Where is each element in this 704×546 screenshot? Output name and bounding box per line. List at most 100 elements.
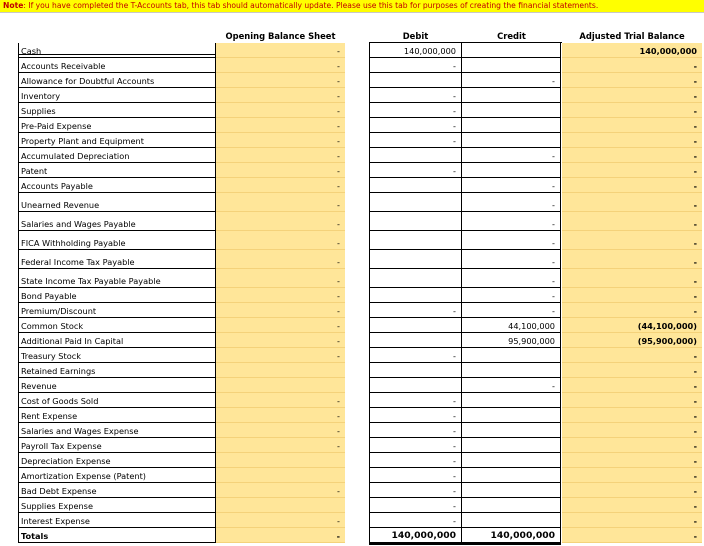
cell-opening[interactable]: - bbox=[216, 269, 345, 288]
cell-debit[interactable]: - bbox=[369, 163, 462, 178]
cell-credit[interactable] bbox=[462, 408, 561, 423]
cell-credit[interactable] bbox=[462, 363, 561, 378]
cell-label[interactable]: Depreciation Expense bbox=[18, 453, 216, 468]
cell-label[interactable]: Cash bbox=[18, 43, 216, 58]
cell-opening[interactable]: - bbox=[216, 88, 345, 103]
cell-opening[interactable]: - bbox=[216, 43, 345, 58]
cell-label[interactable]: Bond Payable bbox=[18, 288, 216, 303]
cell-debit[interactable]: - bbox=[369, 88, 462, 103]
cell-credit[interactable] bbox=[462, 58, 561, 73]
cell-label[interactable]: Amortization Expense (Patent) bbox=[18, 468, 216, 483]
cell-debit[interactable]: - bbox=[369, 58, 462, 73]
cell-credit[interactable]: - bbox=[462, 148, 561, 163]
cell-label[interactable]: State Income Tax Payable Payable bbox=[18, 269, 216, 288]
cell-label[interactable]: Patent bbox=[18, 163, 216, 178]
cell-credit[interactable] bbox=[462, 513, 561, 528]
cell-adjusted[interactable]: - bbox=[562, 148, 702, 163]
cell-opening[interactable]: - bbox=[216, 212, 345, 231]
cell-adjusted[interactable]: - bbox=[562, 393, 702, 408]
cell-label[interactable]: Treasury Stock bbox=[18, 348, 216, 363]
cell-label[interactable]: Payroll Tax Expense bbox=[18, 438, 216, 453]
cell-debit[interactable] bbox=[369, 73, 462, 88]
cell-debit[interactable]: 140,000,000 bbox=[369, 528, 462, 543]
cell-debit[interactable] bbox=[369, 178, 462, 193]
cell-adjusted[interactable]: - bbox=[562, 58, 702, 73]
cell-opening[interactable] bbox=[216, 498, 345, 513]
cell-debit[interactable] bbox=[369, 318, 462, 333]
cell-credit[interactable] bbox=[462, 423, 561, 438]
cell-adjusted[interactable]: - bbox=[562, 528, 702, 543]
cell-opening[interactable] bbox=[216, 363, 345, 378]
cell-label[interactable]: Common Stock bbox=[18, 318, 216, 333]
cell-debit[interactable]: - bbox=[369, 118, 462, 133]
cell-adjusted[interactable]: - bbox=[562, 103, 702, 118]
cell-label[interactable]: Accumulated Depreciation bbox=[18, 148, 216, 163]
cell-opening[interactable]: - bbox=[216, 408, 345, 423]
cell-credit[interactable] bbox=[462, 163, 561, 178]
cell-credit[interactable]: - bbox=[462, 378, 561, 393]
cell-adjusted[interactable]: - bbox=[562, 193, 702, 212]
header-credit[interactable]: Credit bbox=[462, 30, 561, 42]
cell-credit[interactable] bbox=[462, 453, 561, 468]
cell-adjusted[interactable]: - bbox=[562, 288, 702, 303]
cell-credit[interactable]: - bbox=[462, 288, 561, 303]
cell-debit[interactable]: - bbox=[369, 423, 462, 438]
cell-label[interactable]: Allowance for Doubtful Accounts bbox=[18, 73, 216, 88]
cell-label[interactable]: Accounts Receivable bbox=[18, 58, 216, 73]
header-debit[interactable]: Debit bbox=[369, 30, 462, 42]
cell-credit[interactable]: 140,000,000 bbox=[462, 528, 561, 543]
cell-label[interactable]: Interest Expense bbox=[18, 513, 216, 528]
cell-adjusted[interactable]: - bbox=[562, 423, 702, 438]
cell-adjusted[interactable]: - bbox=[562, 178, 702, 193]
cell-adjusted[interactable]: - bbox=[562, 212, 702, 231]
cell-adjusted[interactable]: 140,000,000 bbox=[562, 43, 702, 58]
cell-adjusted[interactable]: - bbox=[562, 498, 702, 513]
cell-credit[interactable] bbox=[462, 468, 561, 483]
cell-credit[interactable]: - bbox=[462, 73, 561, 88]
cell-opening[interactable]: - bbox=[216, 333, 345, 348]
cell-debit[interactable]: - bbox=[369, 483, 462, 498]
cell-credit[interactable] bbox=[462, 348, 561, 363]
cell-opening[interactable] bbox=[216, 468, 345, 483]
cell-adjusted[interactable]: - bbox=[562, 348, 702, 363]
cell-credit[interactable]: - bbox=[462, 269, 561, 288]
cell-credit[interactable]: - bbox=[462, 193, 561, 212]
cell-credit[interactable]: - bbox=[462, 231, 561, 250]
cell-adjusted[interactable]: - bbox=[562, 408, 702, 423]
cell-adjusted[interactable]: - bbox=[562, 438, 702, 453]
cell-opening[interactable]: - bbox=[216, 303, 345, 318]
cell-credit[interactable] bbox=[462, 133, 561, 148]
cell-adjusted[interactable]: - bbox=[562, 363, 702, 378]
cell-label[interactable]: Property Plant and Equipment bbox=[18, 133, 216, 148]
cell-label[interactable]: Premium/Discount bbox=[18, 303, 216, 318]
cell-adjusted[interactable]: - bbox=[562, 133, 702, 148]
cell-credit[interactable] bbox=[462, 118, 561, 133]
cell-debit[interactable] bbox=[369, 363, 462, 378]
cell-debit[interactable]: - bbox=[369, 393, 462, 408]
cell-credit[interactable] bbox=[462, 88, 561, 103]
cell-opening[interactable] bbox=[216, 378, 345, 393]
cell-label[interactable]: Inventory bbox=[18, 88, 216, 103]
cell-debit[interactable]: - bbox=[369, 133, 462, 148]
cell-credit[interactable]: 44,100,000 bbox=[462, 318, 561, 333]
cell-opening[interactable]: - bbox=[216, 318, 345, 333]
cell-credit[interactable] bbox=[462, 498, 561, 513]
cell-credit[interactable] bbox=[462, 393, 561, 408]
cell-credit[interactable]: - bbox=[462, 178, 561, 193]
cell-debit[interactable] bbox=[369, 231, 462, 250]
cell-opening[interactable]: - bbox=[216, 513, 345, 528]
cell-adjusted[interactable]: - bbox=[562, 269, 702, 288]
cell-label[interactable]: Supplies Expense bbox=[18, 498, 216, 513]
cell-adjusted[interactable]: - bbox=[562, 453, 702, 468]
header-opening-balance[interactable]: Opening Balance Sheet bbox=[216, 30, 345, 42]
cell-credit[interactable] bbox=[462, 43, 561, 58]
cell-label[interactable]: Revenue bbox=[18, 378, 216, 393]
cell-adjusted[interactable]: - bbox=[562, 163, 702, 178]
cell-opening[interactable]: - bbox=[216, 118, 345, 133]
cell-opening[interactable]: - bbox=[216, 423, 345, 438]
cell-credit[interactable] bbox=[462, 103, 561, 118]
cell-label[interactable]: Retained Earnings bbox=[18, 363, 216, 378]
cell-debit[interactable]: - bbox=[369, 348, 462, 363]
cell-label[interactable]: Pre-Paid Expense bbox=[18, 118, 216, 133]
cell-adjusted[interactable]: - bbox=[562, 303, 702, 318]
